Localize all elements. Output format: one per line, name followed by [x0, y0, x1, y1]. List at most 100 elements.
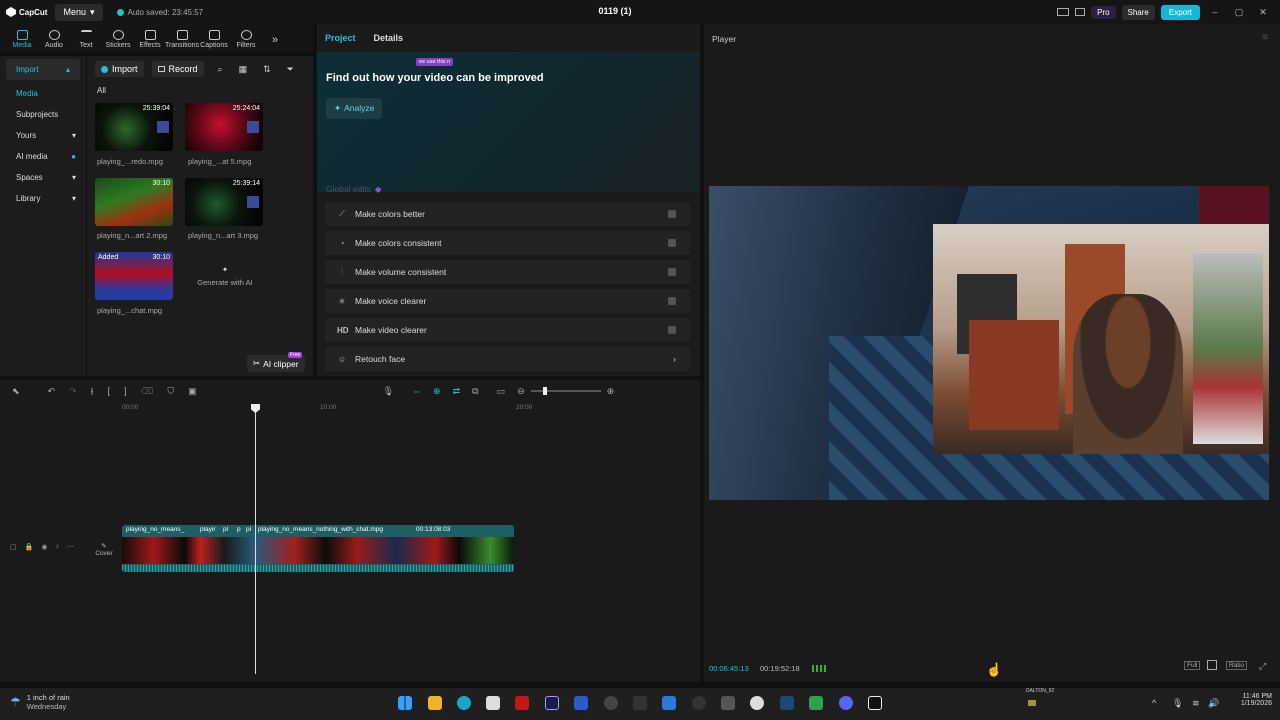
undo-icon[interactable]: ↶ — [48, 386, 56, 397]
export-button[interactable]: Export — [1160, 4, 1200, 20]
menu-button[interactable]: Menu ▾ — [55, 3, 103, 21]
zoom-fit-icon[interactable] — [1207, 660, 1217, 670]
edit-make-voice-clearer[interactable]: ✳ Make voice clearer — [325, 289, 690, 313]
file-explorer-icon[interactable] — [428, 696, 442, 710]
edit-toggle[interactable] — [668, 297, 676, 305]
trim-left-icon[interactable]: [ — [108, 386, 111, 396]
f-app-icon[interactable] — [633, 696, 647, 710]
clock[interactable]: 11:46 PM 1/19/2026 — [1228, 693, 1272, 707]
share-button[interactable]: Share — [1121, 4, 1155, 20]
crop-icon[interactable]: ▣ — [188, 386, 197, 397]
media-clip-5[interactable]: Added 30:10 — [95, 252, 173, 300]
sidebar-item-spaces[interactable]: Spaces ▾ — [0, 167, 86, 188]
tab-media[interactable]: Media — [6, 26, 38, 52]
sidebar-item-import[interactable]: Import ▴ — [6, 59, 80, 80]
edit-make-volume-consistent[interactable]: ⫶ Make volume consistent — [325, 260, 690, 284]
start-icon[interactable] — [398, 696, 412, 710]
filter-icon[interactable]: ⏷ — [287, 64, 294, 75]
select-tool-icon[interactable]: ⬉ — [12, 386, 20, 397]
cover-button[interactable]: ✎ Cover — [92, 536, 116, 562]
sidebar-item-subprojects[interactable]: Subprojects — [0, 104, 86, 125]
tab-text[interactable]: Text — [70, 26, 102, 52]
zoom-out-icon[interactable]: ⊖ — [517, 386, 525, 397]
sidebar-item-yours[interactable]: Yours ▾ — [0, 125, 86, 146]
zoom-slider-handle[interactable] — [542, 387, 547, 395]
edit-retouch-face[interactable]: ☺ Retouch face › — [325, 347, 690, 371]
zoom-in-icon[interactable]: ⊕ — [607, 386, 615, 397]
trim-right-icon[interactable]: ] — [124, 386, 127, 396]
mic-tray-icon[interactable]: 🎙 — [1172, 698, 1183, 709]
pro-button[interactable]: Pro — [1091, 5, 1116, 19]
tab-effects[interactable]: Effects — [134, 26, 166, 52]
mcafee-icon[interactable] — [515, 696, 529, 710]
store-icon[interactable] — [486, 696, 500, 710]
import-button[interactable]: Import — [95, 61, 144, 77]
more-tabs-icon[interactable]: » — [272, 34, 278, 46]
marker-icon[interactable]: ⛉ — [167, 386, 174, 397]
video-track[interactable]: playing_no_means_ playir pl p pl playing… — [122, 525, 514, 572]
grid-view-icon[interactable]: ▦ — [239, 64, 248, 75]
full-button[interactable]: Full — [1184, 661, 1201, 670]
word-icon[interactable] — [574, 696, 588, 710]
tab-captions[interactable]: Captions — [198, 26, 230, 52]
link-icon[interactable]: ⇔ — [412, 386, 421, 396]
edit-make-colors-better[interactable]: ⟋ Make colors better — [325, 202, 690, 226]
video-preview[interactable] — [709, 186, 1269, 500]
wifi-icon[interactable]: ≋ — [1192, 698, 1200, 709]
mute-icon[interactable]: ♪ — [55, 543, 59, 551]
xbox-icon[interactable] — [809, 696, 823, 710]
more-icon[interactable]: ⋯ — [67, 543, 74, 551]
sidebar-item-media[interactable]: Media — [0, 83, 86, 104]
playhead[interactable] — [255, 406, 256, 674]
sidebar-item-ai-media[interactable]: AI media ● — [0, 146, 86, 167]
edit-make-video-clearer[interactable]: HD Make video clearer — [325, 318, 690, 342]
chevron-up-icon[interactable]: ^ — [1152, 698, 1156, 708]
calculator-icon[interactable] — [721, 696, 735, 710]
tab-details[interactable]: Details — [374, 33, 404, 43]
fullscreen-icon[interactable]: ⤢ — [1259, 661, 1266, 672]
snap-icon[interactable]: ⇄ — [453, 386, 461, 397]
mic-icon[interactable]: 🎙 — [383, 386, 394, 397]
preview-axis-icon[interactable]: ⧉ — [472, 386, 478, 397]
record-button[interactable]: Record — [151, 61, 204, 77]
zoom-slider[interactable] — [530, 387, 601, 395]
maximize-icon[interactable]: ▢ — [1230, 7, 1248, 18]
media-clip-3[interactable]: 30:10 — [95, 178, 173, 226]
edit-toggle[interactable] — [668, 210, 676, 218]
tab-project[interactable]: Project — [325, 33, 356, 43]
media-clip-2[interactable]: 25:24:04 — [185, 103, 263, 151]
split-icon[interactable]: ⫲ — [91, 386, 94, 397]
filter-all[interactable]: All — [97, 86, 106, 95]
weather-widget[interactable]: ☂ 1 inch of rain Wednesday — [10, 693, 70, 711]
github-icon[interactable] — [750, 696, 764, 710]
tab-stickers[interactable]: Stickers — [102, 26, 134, 52]
edit-toggle[interactable] — [668, 326, 676, 334]
discord-icon[interactable] — [839, 696, 853, 710]
eye-icon[interactable]: ◉ — [41, 543, 47, 551]
capcut-taskbar-icon[interactable] — [868, 696, 882, 710]
minimize-icon[interactable]: – — [1206, 7, 1224, 17]
tab-filters[interactable]: Filters — [230, 26, 262, 52]
close-icon[interactable]: ✕ — [1254, 7, 1272, 18]
ratio-button[interactable]: Ratio — [1226, 661, 1248, 670]
obs-icon[interactable] — [692, 696, 706, 710]
edge-icon[interactable] — [457, 696, 471, 710]
search-icon[interactable]: ⌕ — [218, 64, 223, 75]
lock-icon[interactable]: 🔒 — [25, 543, 34, 551]
volume-icon[interactable]: 🔊 — [1208, 698, 1219, 709]
layout-icon[interactable] — [1057, 8, 1070, 16]
sort-icon[interactable]: ⇅ — [263, 64, 271, 75]
tray-app-icon[interactable] — [1028, 700, 1036, 706]
tab-audio[interactable]: Audio — [38, 26, 70, 52]
generate-ai-button[interactable]: ✦ Generate with AI — [185, 252, 265, 300]
player-menu-icon[interactable]: ≡ — [1262, 32, 1268, 43]
premiere-icon[interactable] — [545, 696, 559, 710]
settings-icon[interactable] — [1075, 8, 1086, 16]
sidebar-item-library[interactable]: Library ▾ — [0, 188, 86, 209]
davinci-icon[interactable] — [604, 696, 618, 710]
redo-icon[interactable]: ↷ — [69, 386, 77, 397]
edit-toggle[interactable] — [668, 239, 676, 247]
caption-icon[interactable]: ▭ — [497, 386, 506, 397]
edit-toggle[interactable] — [668, 268, 676, 276]
media-clip-4[interactable]: 25:39:14 — [185, 178, 263, 226]
